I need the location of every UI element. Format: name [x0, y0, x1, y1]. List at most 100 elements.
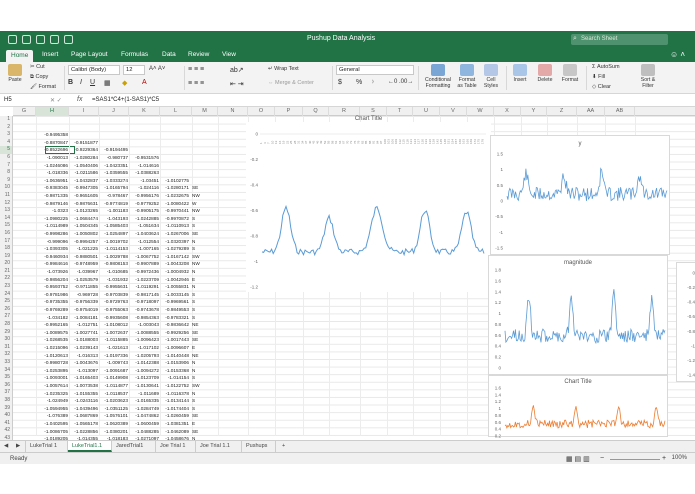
search-sheet-input[interactable]: ⌕ Search Sheet: [571, 34, 668, 45]
font-color-icon[interactable]: A: [142, 79, 147, 86]
delete-cells-button[interactable]: Delete: [534, 64, 556, 83]
column-header[interactable]: Y: [521, 107, 547, 116]
cell-value[interactable]: N: [192, 390, 212, 398]
cell-value[interactable]: -1.0403624: [129, 230, 159, 238]
tab-review[interactable]: Review: [188, 51, 209, 58]
cell-value[interactable]: -0.9703839: [99, 291, 128, 299]
cell-value[interactable]: -1.0188003: [69, 336, 98, 344]
cell-value[interactable]: SE: [192, 329, 212, 337]
cell-value[interactable]: -0.9854363: [129, 314, 159, 322]
cell-value[interactable]: -0.9994257: [69, 238, 98, 246]
wrap-text-button[interactable]: ↵ Wrap Text: [268, 66, 299, 72]
cell-value[interactable]: -0.9781986: [36, 291, 68, 299]
row-header[interactable]: 14: [0, 215, 12, 223]
cell-value[interactable]: -1.0246086: [36, 162, 68, 170]
cell-value[interactable]: -1.03451: [129, 177, 159, 185]
cell-value[interactable]: N: [192, 283, 212, 291]
cell-value[interactable]: -0.9998286: [36, 230, 68, 238]
conditional-formatting-button[interactable]: Conditional Formatting: [422, 64, 454, 89]
sheet-tab[interactable]: LukeTrial 1: [26, 441, 68, 452]
column-header[interactable]: G: [13, 107, 36, 116]
row-header[interactable]: 30: [0, 336, 12, 344]
currency-button[interactable]: $: [338, 79, 342, 86]
sheet-tab[interactable]: JaredTrial1: [112, 441, 156, 452]
cell-styles-button[interactable]: Cell Styles: [481, 64, 501, 89]
cell-value[interactable]: E: [192, 420, 212, 428]
cell-value[interactable]: -1.0565178: [69, 420, 98, 428]
cell-value[interactable]: N: [192, 268, 212, 276]
cell-value[interactable]: -1.0153368: [160, 367, 189, 375]
cell-value[interactable]: -1.0576101: [99, 412, 128, 420]
cell-value[interactable]: -1.0088555: [129, 329, 159, 337]
autosum-button[interactable]: Σ AutoSum: [592, 64, 620, 70]
cell-value[interactable]: -1.0027741: [69, 329, 98, 337]
cell-value[interactable]: -1.043193: [99, 215, 128, 223]
percent-button[interactable]: %: [356, 79, 362, 86]
cell-value[interactable]: -0.9783321: [160, 314, 189, 322]
row-header[interactable]: 25: [0, 298, 12, 306]
row-header[interactable]: 8: [0, 169, 12, 177]
column-header[interactable]: O: [248, 107, 275, 116]
row-header[interactable]: 4: [0, 139, 12, 147]
row-header[interactable]: 27: [0, 313, 12, 321]
cell-value[interactable]: -1.0211586: [69, 169, 98, 177]
cell-value[interactable]: -0.9907889: [129, 260, 159, 268]
borders-icon[interactable]: ▦: [104, 79, 111, 87]
redo-icon[interactable]: [50, 35, 59, 44]
row-header[interactable]: 1: [0, 116, 12, 124]
cell-value[interactable]: -1.0504345: [69, 222, 98, 230]
sheet-tab[interactable]: Pushups: [242, 441, 276, 452]
cell-value[interactable]: SW: [192, 382, 212, 390]
smiley-icon[interactable]: ☺ ˄: [670, 50, 685, 59]
view-buttons[interactable]: ▦ ▤ ▥: [566, 455, 590, 463]
cell-value[interactable]: -1.001183: [99, 207, 128, 215]
cell-value[interactable]: -1.0130641: [129, 382, 159, 390]
tab-formulas[interactable]: Formulas: [121, 51, 148, 58]
print-icon[interactable]: [64, 35, 73, 44]
cell-value[interactable]: -0.9735355: [36, 298, 68, 306]
cell-value[interactable]: -0.9531576: [129, 154, 159, 162]
column-header[interactable]: Z: [547, 107, 577, 116]
row-header[interactable]: 31: [0, 344, 12, 352]
cut-button[interactable]: ✂ Cut: [30, 64, 45, 70]
cell-value[interactable]: -0.9651605: [69, 192, 98, 200]
cell-value[interactable]: -0.9970872: [160, 215, 189, 223]
column-header[interactable]: W: [467, 107, 494, 116]
cell-value[interactable]: S: [192, 374, 212, 382]
cell-value[interactable]: NE: [192, 321, 212, 329]
cell-value[interactable]: -1.0114877: [99, 382, 128, 390]
cell-value[interactable]: -0.9929256: [160, 329, 189, 337]
fill-color-icon[interactable]: ◆: [122, 79, 127, 87]
cell-value[interactable]: -0.9756339: [69, 298, 98, 306]
cell-value[interactable]: -1.0439496: [69, 405, 98, 413]
cell-value[interactable]: -1.073926: [36, 268, 68, 276]
cell-value[interactable]: -0.9956176: [129, 192, 159, 200]
row-header[interactable]: 2: [0, 124, 12, 132]
cell-value[interactable]: -1.0228856: [69, 428, 98, 436]
cell-value[interactable]: S: [192, 222, 212, 230]
format-cells-button[interactable]: Format: [559, 64, 581, 83]
save-icon[interactable]: [22, 35, 31, 44]
row-header[interactable]: 12: [0, 200, 12, 208]
cell-value[interactable]: -1.009743: [99, 359, 128, 367]
row-header[interactable]: 17: [0, 238, 12, 246]
column-header[interactable]: R: [329, 107, 360, 116]
italic-button[interactable]: I: [80, 79, 82, 86]
cell-value[interactable]: -1.0280284: [69, 154, 98, 162]
cell-value[interactable]: S: [192, 314, 212, 322]
chart-y[interactable]: y 1.5 1 0.5 0 -0.5 -1 -1.5: [490, 135, 670, 255]
cell-value[interactable]: -1.011689: [129, 390, 159, 398]
cell-value[interactable]: -0.9935608: [99, 314, 128, 322]
cell-value[interactable]: S: [192, 215, 212, 223]
cell-value[interactable]: -1.076389: [36, 412, 68, 420]
cell-value[interactable]: NW: [192, 260, 212, 268]
row-header[interactable]: 29: [0, 329, 12, 337]
cell-value[interactable]: -1.0474862: [129, 412, 159, 420]
cell-value[interactable]: -1.0980225: [36, 215, 68, 223]
cell-value[interactable]: -0.9748959: [69, 260, 98, 268]
chart-main[interactable]: Chart Title 0 -0.2 -0.4 -0.6 -0.8 -1 -1.2 1471…: [246, 116, 491, 292]
cell-value[interactable]: -1.0268535: [36, 336, 68, 344]
row-header[interactable]: 18: [0, 245, 12, 253]
sheet-tab[interactable]: Joe Trial 1: [156, 441, 196, 452]
row-header[interactable]: 35: [0, 374, 12, 382]
